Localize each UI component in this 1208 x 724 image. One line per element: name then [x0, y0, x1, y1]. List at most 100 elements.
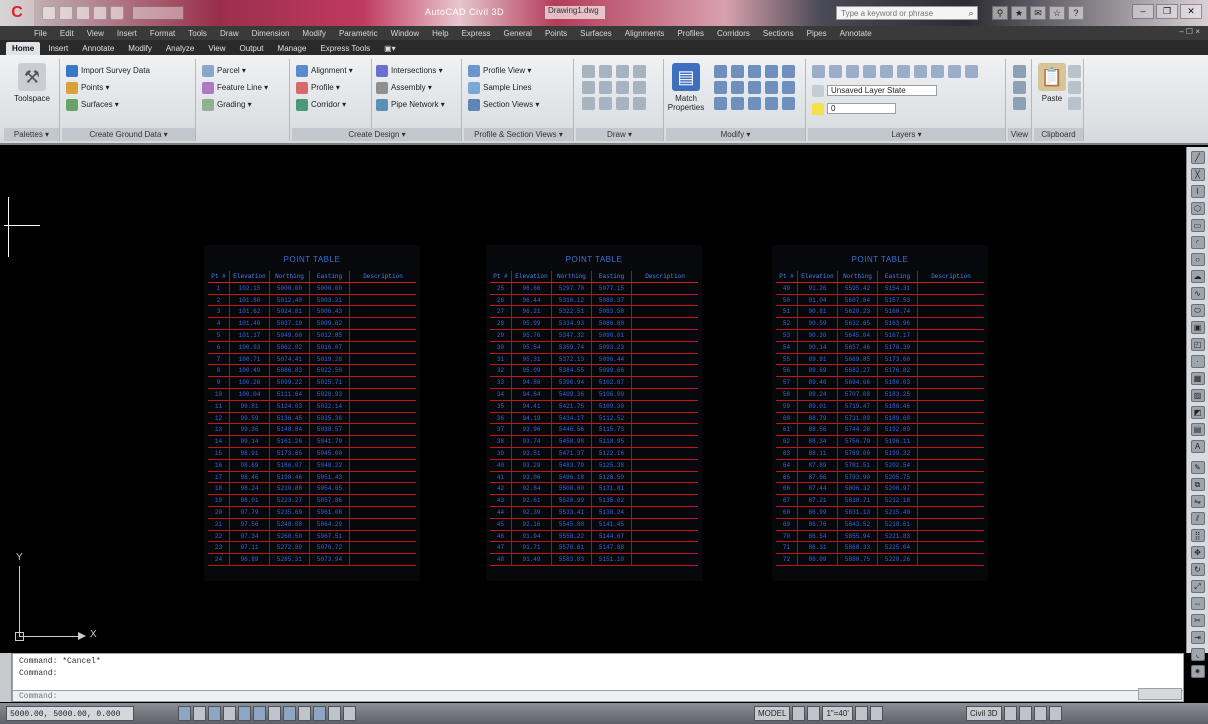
trim-tool-icon[interactable]: ✂: [1190, 614, 1205, 627]
ellipse-icon[interactable]: [582, 97, 595, 110]
layer-freeze-icon[interactable]: [863, 65, 876, 78]
menu-item[interactable]: General: [503, 29, 531, 38]
rotate-icon[interactable]: [731, 65, 744, 78]
spline-icon[interactable]: [633, 65, 646, 78]
search-input[interactable]: [837, 8, 965, 18]
drawing-window-controls[interactable]: – ☐ ×: [1179, 27, 1200, 36]
tab-view[interactable]: View: [202, 42, 231, 55]
menu-item[interactable]: Modify: [302, 29, 326, 38]
point-tool-icon[interactable]: ·: [1190, 355, 1205, 368]
lock-icon[interactable]: [1003, 706, 1017, 721]
layer-walk-icon[interactable]: [931, 65, 944, 78]
layer-delete-icon[interactable]: [965, 65, 978, 78]
mirror-tool-icon[interactable]: ⇋: [1190, 495, 1205, 508]
open-icon[interactable]: [59, 6, 73, 20]
arc-tool-icon[interactable]: ◜: [1190, 236, 1205, 249]
points-button[interactable]: Points ▾: [66, 80, 109, 95]
profile-button[interactable]: Profile ▾: [296, 80, 340, 95]
profile-view-button[interactable]: Profile View ▾: [468, 63, 531, 78]
circle-icon[interactable]: [599, 81, 612, 94]
menu-item[interactable]: Dimension: [252, 29, 290, 38]
menu-item[interactable]: Pipes: [807, 29, 827, 38]
tab-modify[interactable]: Modify: [122, 42, 158, 55]
save-icon[interactable]: [76, 6, 90, 20]
assembly-button[interactable]: Assembly ▾: [376, 80, 432, 95]
insert-block-icon[interactable]: ▣: [1190, 321, 1205, 334]
zoom-icon[interactable]: [1013, 81, 1026, 94]
search-icon[interactable]: ⌕: [965, 8, 977, 19]
object-snap-tracking-toggle[interactable]: [283, 706, 296, 721]
snap-mode-toggle[interactable]: [193, 706, 206, 721]
new-icon[interactable]: [42, 6, 56, 20]
workspace-switch[interactable]: Civil 3D: [966, 706, 1002, 721]
erase-tool-icon[interactable]: ✎: [1190, 461, 1205, 474]
line-icon[interactable]: [582, 65, 595, 78]
menu-item[interactable]: Window: [391, 29, 419, 38]
subscription-icon[interactable]: ★: [1011, 6, 1027, 20]
ortho-mode-toggle[interactable]: [223, 706, 236, 721]
layer-dropdown[interactable]: 0: [812, 101, 897, 116]
clean-screen-icon[interactable]: [1048, 706, 1062, 721]
tab-insert[interactable]: Insert: [42, 42, 74, 55]
layer-properties-icon[interactable]: [812, 65, 825, 78]
import-survey-data-button[interactable]: Import Survey Data: [66, 63, 150, 78]
array-tool-icon[interactable]: ⣿: [1190, 529, 1205, 542]
draw-line-icon[interactable]: ╱: [1190, 151, 1205, 164]
copy-tool-icon[interactable]: ⧉: [1190, 478, 1205, 491]
tab-analyze[interactable]: Analyze: [160, 42, 200, 55]
stretch-tool-icon[interactable]: ⇔: [1190, 597, 1205, 610]
move-icon[interactable]: [714, 65, 727, 78]
panel-title[interactable]: Create Ground Data ▾: [62, 128, 195, 141]
hatch-tool-icon[interactable]: ▦: [1190, 372, 1205, 385]
layer-merge-icon[interactable]: [948, 65, 961, 78]
quick-view-drawings-icon[interactable]: [807, 706, 821, 721]
array-icon[interactable]: [748, 81, 761, 94]
orbit-icon[interactable]: [1013, 97, 1026, 110]
toolspace-button[interactable]: ⚒ Toolspace: [14, 63, 50, 113]
menu-item[interactable]: Corridors: [717, 29, 750, 38]
polar-tracking-toggle[interactable]: [238, 706, 251, 721]
layer-match-icon[interactable]: [897, 65, 910, 78]
scale-tool-icon[interactable]: ⤢: [1190, 580, 1205, 593]
grid-display-toggle[interactable]: [208, 706, 221, 721]
stretch-icon[interactable]: [714, 81, 727, 94]
restore-button[interactable]: ❐: [1156, 4, 1178, 19]
layer-isolate-icon[interactable]: [829, 65, 842, 78]
panel-title[interactable]: View: [1008, 128, 1031, 141]
command-input[interactable]: [19, 692, 319, 701]
panel-title[interactable]: Palettes ▾: [4, 128, 59, 141]
trim-icon[interactable]: [765, 81, 778, 94]
cut-icon[interactable]: [1068, 65, 1081, 78]
make-block-icon[interactable]: ◰: [1190, 338, 1205, 351]
spline-tool-icon[interactable]: ∿: [1190, 287, 1205, 300]
menu-item[interactable]: View: [87, 29, 104, 38]
menu-item[interactable]: Express: [462, 29, 491, 38]
block-icon[interactable]: [633, 97, 646, 110]
command-line-grip[interactable]: [0, 653, 12, 702]
point-icon[interactable]: [599, 97, 612, 110]
menu-item[interactable]: Format: [150, 29, 175, 38]
isolate-objects-icon[interactable]: [1033, 706, 1047, 721]
table-tool-icon[interactable]: ▤: [1190, 423, 1205, 436]
menu-item[interactable]: Insert: [117, 29, 137, 38]
circle-tool-icon[interactable]: ○: [1190, 253, 1205, 266]
match-icon[interactable]: [1068, 97, 1081, 110]
menu-item[interactable]: Alignments: [625, 29, 665, 38]
scale-icon[interactable]: [731, 81, 744, 94]
paste-button[interactable]: 📋 Paste: [1034, 63, 1070, 113]
layer-lock-icon[interactable]: [880, 65, 893, 78]
panel-title[interactable]: Profile & Section Views ▾: [464, 128, 573, 141]
copy-clip-icon[interactable]: [1068, 81, 1081, 94]
communication-icon[interactable]: ✉: [1030, 6, 1046, 20]
menu-item[interactable]: Help: [432, 29, 448, 38]
pan-icon[interactable]: [1013, 65, 1026, 78]
close-button[interactable]: ✕: [1180, 4, 1202, 19]
hardware-acceleration-icon[interactable]: [1018, 706, 1032, 721]
menu-item[interactable]: File: [34, 29, 47, 38]
layer-off-icon[interactable]: [846, 65, 859, 78]
region-tool-icon[interactable]: ◩: [1190, 406, 1205, 419]
infer-constraints-toggle[interactable]: [178, 706, 191, 721]
move-tool-icon[interactable]: ✥: [1190, 546, 1205, 559]
menu-item[interactable]: Draw: [220, 29, 239, 38]
panel-title[interactable]: Modify ▾: [666, 128, 805, 141]
